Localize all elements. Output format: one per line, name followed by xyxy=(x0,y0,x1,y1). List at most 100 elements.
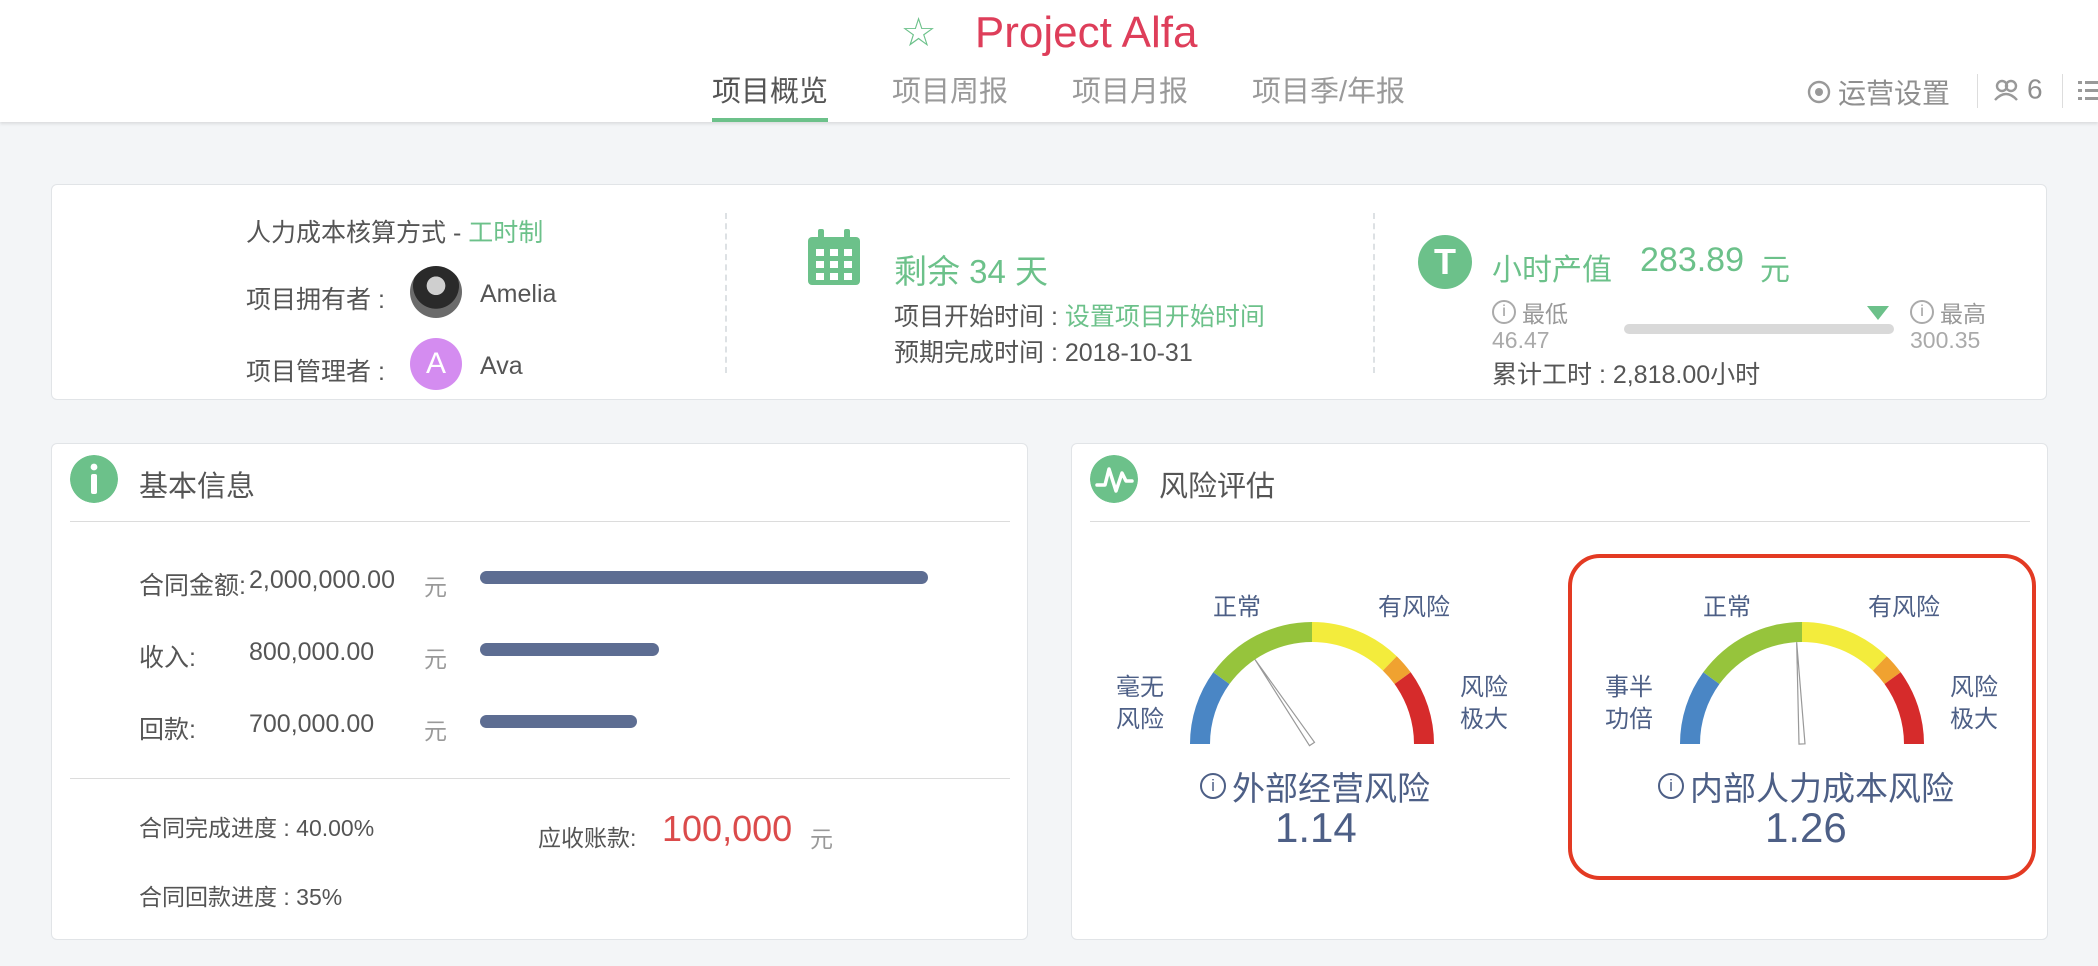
members-icon xyxy=(1994,79,2018,101)
manager-name: Ava xyxy=(480,352,523,380)
risk-title: 风险评估 xyxy=(1159,471,1276,503)
gauge2-value: 1.26 xyxy=(1765,804,1847,851)
gauge2-title: i 内部人力成本风险 xyxy=(1658,762,1954,810)
hourly-value: 283.89 xyxy=(1640,241,1744,279)
header-divider-2 xyxy=(2062,74,2063,108)
gauge-segment xyxy=(1884,672,1924,744)
info-circle-icon xyxy=(70,455,118,503)
info-icon[interactable]: i xyxy=(1910,300,1934,324)
cost-method-link[interactable]: 工时制 xyxy=(468,219,543,247)
income-label: 收入: xyxy=(139,644,196,672)
hourly-unit: 元 xyxy=(1760,254,1790,287)
min-label: 最低 xyxy=(1522,301,1568,327)
income-unit: 元 xyxy=(424,646,447,672)
tab-monthly[interactable]: 项目月报 xyxy=(1072,70,1188,122)
owner-name: Amelia xyxy=(480,280,557,308)
gauge1-left-label-2: 风险 xyxy=(1116,706,1164,733)
info-icon[interactable]: i xyxy=(1658,773,1684,799)
gauge-needle xyxy=(1796,642,1806,745)
internal-labor-risk-gauge xyxy=(1680,622,1924,745)
calendar-icon xyxy=(808,229,860,285)
tab-weekly[interactable]: 项目周报 xyxy=(892,70,1008,122)
list-menu-icon[interactable] xyxy=(2078,78,2098,102)
gauge2-left-label-1: 事半 xyxy=(1605,674,1653,701)
payment-label: 回款: xyxy=(139,716,196,744)
tab-quarterly-annual[interactable]: 项目季/年报 xyxy=(1252,70,1405,122)
risk-card: 风险评估 毫无 风险 正常 有风险 风险 极大 i 外部经营风险 1.14 事半 功倍 … xyxy=(1071,443,2048,940)
project-title: Project Alfa xyxy=(974,8,1198,57)
gauge-segment xyxy=(1190,672,1230,744)
payment-value: 700,000.00 xyxy=(249,710,375,738)
cost-method-row: 人力成本核算方式 - 工时制 xyxy=(246,213,543,249)
contract-amount-label: 合同金额: xyxy=(139,572,246,600)
set-start-time-link[interactable]: 设置项目开始时间 xyxy=(1065,303,1265,331)
owner-avatar[interactable] xyxy=(410,266,462,318)
payment-unit: 元 xyxy=(424,718,447,744)
gauge1-right-label: 风险 极大 xyxy=(1460,672,1508,736)
basic-info-title: 基本信息 xyxy=(139,471,256,503)
gauge1-left-label-1: 毫无 xyxy=(1116,674,1164,701)
max-label: 最高 xyxy=(1940,301,1986,327)
gauge2-right-label-2: 极大 xyxy=(1950,706,1998,733)
external-risk-gauge xyxy=(1190,622,1434,747)
receivable-label: 应收账款: xyxy=(538,825,637,851)
hourly-range-bar xyxy=(1624,324,1894,334)
receivable-unit: 元 xyxy=(810,826,833,852)
gauge2-right-label-1: 风险 xyxy=(1950,674,1998,701)
income-value: 800,000.00 xyxy=(249,638,375,666)
gauge2-left-label: 事半 功倍 xyxy=(1605,672,1653,736)
gauge-segment xyxy=(1802,622,1887,671)
info-icon[interactable]: i xyxy=(1492,300,1516,324)
favorite-star-icon[interactable]: ☆ xyxy=(901,10,937,56)
summary-card: 人力成本核算方式 - 工时制 项目拥有者 : Amelia 项目管理者 : A … xyxy=(51,184,2047,400)
contract-amount-bar xyxy=(480,571,928,584)
gauge1-value: 1.14 xyxy=(1275,804,1357,851)
gauge1-normal-label: 正常 xyxy=(1213,594,1261,621)
gauge1-name: 外部经营风险 xyxy=(1232,770,1430,807)
hourly-range-marker xyxy=(1866,306,1889,320)
gauge2-normal-label: 正常 xyxy=(1703,594,1751,621)
owner-label: 项目拥有者 : xyxy=(246,286,385,314)
gauge-needle xyxy=(1254,659,1316,747)
gauge-segment xyxy=(1312,622,1397,671)
max-label-row: i 最高 xyxy=(1910,295,1986,329)
gauge2-right-label: 风险 极大 xyxy=(1950,672,1998,736)
cost-method-label: 人力成本核算方式 - xyxy=(246,219,469,247)
project-title-row: ☆ Project Alfa xyxy=(0,8,2098,58)
ops-settings-button[interactable]: 运营设置 xyxy=(1806,72,1950,112)
gauge-segment xyxy=(1394,672,1434,744)
payment-progress: 合同回款进度 : 35% xyxy=(139,884,343,910)
total-hours: 累计工时 : 2,818.00小时 xyxy=(1492,361,1761,389)
gauge1-title: i 外部经营风险 xyxy=(1200,762,1430,810)
gauge2-left-label-2: 功倍 xyxy=(1605,706,1653,733)
gauge-segment xyxy=(1703,622,1802,685)
start-time-row: 项目开始时间 : 设置项目开始时间 xyxy=(894,297,1265,333)
members-button[interactable]: 6 xyxy=(1993,72,2043,106)
header-divider xyxy=(1977,74,1978,108)
receivable-value: 100,000 xyxy=(662,808,793,849)
gauge2-name: 内部人力成本风险 xyxy=(1690,770,1954,807)
min-value: 46.47 xyxy=(1492,327,1550,353)
info-icon[interactable]: i xyxy=(1200,773,1226,799)
min-label-row: i 最低 xyxy=(1492,295,1568,329)
title-divider xyxy=(70,521,1010,522)
gauge-segment xyxy=(1213,622,1312,685)
contract-progress: 合同完成进度 : 40.00% xyxy=(139,815,375,841)
top-header: ☆ Project Alfa 项目概览 项目周报 项目月报 项目季/年报 运营设… xyxy=(0,0,2098,122)
contract-amount-unit: 元 xyxy=(424,574,447,600)
manager-avatar[interactable]: A xyxy=(410,338,462,390)
gauge1-risky-label: 有风险 xyxy=(1378,594,1450,621)
basic-info-card: 基本信息 合同金额: 2,000,000.00 元 收入: 800,000.00… xyxy=(51,443,1028,940)
section-divider xyxy=(70,778,1010,779)
remaining-days: 剩余 34 天 xyxy=(894,253,1049,290)
title-divider xyxy=(1090,521,2030,522)
hourly-label: 小时产值 xyxy=(1492,254,1612,287)
tab-overview[interactable]: 项目概览 xyxy=(712,70,829,122)
hourly-output-icon: T xyxy=(1418,235,1472,289)
payment-bar xyxy=(480,715,637,728)
gauge2-risky-label: 有风险 xyxy=(1868,594,1940,621)
ops-settings-label: 运营设置 xyxy=(1838,78,1951,109)
settings-eye-icon xyxy=(1807,80,1831,104)
income-bar xyxy=(480,643,660,656)
contract-amount-value: 2,000,000.00 xyxy=(249,566,395,594)
